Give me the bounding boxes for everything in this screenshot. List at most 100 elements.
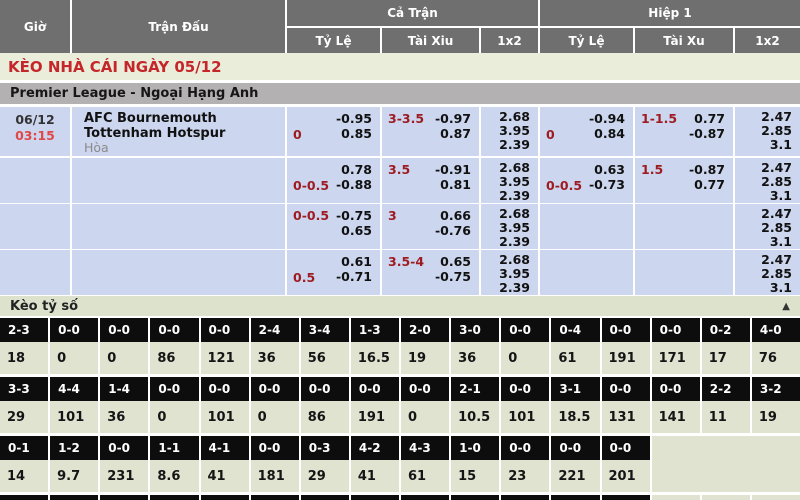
odds-value-top[interactable]: -0.91 [435,162,471,177]
score-odds-cell[interactable]: 14 [0,460,48,492]
ft-1x2-cell[interactable]: 2.683.952.39 [481,158,538,203]
ft-overunder-cell[interactable]: 3.5-40.65-0.75 [382,250,479,295]
odds-value[interactable]: 3.95 [499,124,530,138]
ft-handicap-cell[interactable]: 0.50.61-0.71 [287,250,380,295]
odds-value-top[interactable]: 0.65 [440,254,471,269]
ft-handicap-cell[interactable]: 0-0.5-0.750.65 [287,204,380,249]
score-cell[interactable]: 3-1 [551,377,599,401]
score-odds-cell[interactable]: 171 [652,342,700,374]
score-odds-cell[interactable]: 181 [251,460,299,492]
odds-value[interactable]: 2.85 [761,267,792,281]
score-odds-cell[interactable]: 0 [100,342,148,374]
odds-value-top[interactable]: -0.75 [336,208,372,223]
score-odds-cell[interactable]: 56 [301,342,349,374]
odds-value-bottom[interactable]: 0.85 [341,126,372,141]
score-cell[interactable]: 2-1 [451,377,499,401]
score-odds-cell[interactable]: 18.5 [551,401,599,433]
score-odds-cell[interactable]: 86 [150,342,198,374]
score-odds-cell[interactable]: 191 [602,342,650,374]
score-cell[interactable]: 0-3 [301,436,349,460]
score-cell[interactable]: 0-0 [602,318,650,342]
odds-value[interactable]: 3.1 [770,189,792,203]
score-cell[interactable]: 0-0 [251,377,299,401]
odds-value-top[interactable]: 0.78 [341,162,372,177]
away-team-name[interactable]: Tottenham Hotspur [84,126,285,141]
score-cell[interactable]: 0-1 [0,436,48,460]
score-cell[interactable]: 4-1 [201,436,249,460]
score-odds-cell[interactable]: 76 [752,342,800,374]
score-cell[interactable]: 0-0 [602,436,650,460]
score-odds-cell[interactable]: 19 [401,342,449,374]
score-odds-cell[interactable]: 61 [551,342,599,374]
score-odds-cell[interactable]: 101 [201,401,249,433]
odds-value[interactable]: 2.47 [761,161,792,175]
odds-value[interactable]: 3.95 [499,267,530,281]
odds-value[interactable]: 3.1 [770,138,792,152]
odds-value[interactable]: 2.68 [499,253,530,267]
odds-value-top[interactable]: -0.95 [336,111,372,126]
score-cell[interactable]: 2-4 [251,318,299,342]
score-cell[interactable]: 0-0 [201,318,249,342]
odds-value[interactable]: 2.39 [499,281,530,295]
h1-handicap-cell[interactable]: 0-0.50.63-0.73 [540,158,633,203]
odds-value-bottom[interactable]: -0.76 [435,223,471,238]
odds-value[interactable]: 2.85 [761,221,792,235]
odds-value[interactable]: 3.95 [499,221,530,235]
score-odds-cell[interactable]: 231 [100,460,148,492]
score-cell[interactable]: 0-0 [100,436,148,460]
score-cell[interactable]: 0-0 [201,377,249,401]
ft-handicap-cell[interactable]: 0-0.50.78-0.88 [287,158,380,203]
score-cell[interactable]: 0-2 [702,318,750,342]
score-cell[interactable]: 0-0 [652,377,700,401]
score-cell[interactable]: 0-0 [401,377,449,401]
ft-handicap-cell[interactable]: 0-0.950.85 [287,107,380,156]
score-odds-cell[interactable]: 10.5 [451,401,499,433]
odds-value-top[interactable]: 0.61 [341,254,372,269]
score-cell[interactable]: 1-4 [100,377,148,401]
score-cell[interactable]: 2-2 [702,377,750,401]
score-odds-cell[interactable]: 9.7 [50,460,98,492]
score-cell[interactable]: 3-0 [451,318,499,342]
score-cell[interactable]: 1-3 [351,318,399,342]
score-odds-cell[interactable]: 23 [501,460,549,492]
score-cell[interactable]: 0-0 [251,436,299,460]
odds-value[interactable]: 2.68 [499,110,530,124]
odds-value[interactable]: 2.39 [499,235,530,249]
ft-overunder-cell[interactable]: 30.66-0.76 [382,204,479,249]
score-cell[interactable]: 1-2 [50,436,98,460]
ft-1x2-cell[interactable]: 2.683.952.39 [481,204,538,249]
score-odds-cell[interactable]: 121 [201,342,249,374]
h1-1x2-cell[interactable]: 2.472.853.1 [735,250,800,295]
score-odds-cell[interactable]: 101 [50,401,98,433]
odds-value[interactable]: 2.85 [761,124,792,138]
odds-value[interactable]: 2.47 [761,253,792,267]
score-odds-cell[interactable]: 8.6 [150,460,198,492]
match-teams-cell[interactable]: AFC BournemouthTottenham HotspurHòa [72,107,285,156]
score-cell[interactable]: 3-4 [301,318,349,342]
h1-overunder-cell[interactable]: 1.5-0.870.77 [635,158,733,203]
odds-value-bottom[interactable]: 0.77 [694,177,725,192]
odds-value[interactable]: 3.1 [770,281,792,295]
odds-value-top[interactable]: 0.77 [694,111,725,126]
h1-1x2-cell[interactable]: 2.472.853.1 [735,204,800,249]
score-odds-cell[interactable]: 191 [351,401,399,433]
score-cell[interactable]: 0-0 [150,318,198,342]
score-odds-cell[interactable]: 15 [451,460,499,492]
odds-value[interactable]: 2.39 [499,138,530,152]
score-odds-cell[interactable]: 36 [251,342,299,374]
odds-value-top[interactable]: -0.94 [589,111,625,126]
score-odds-cell[interactable]: 11 [702,401,750,433]
score-cell[interactable]: 0-0 [50,318,98,342]
ft-1x2-cell[interactable]: 2.683.952.39 [481,107,538,156]
odds-value-bottom[interactable]: 0.84 [594,126,625,141]
score-cell[interactable]: 0-0 [150,377,198,401]
score-odds-cell[interactable]: 29 [0,401,48,433]
score-cell[interactable]: 0-0 [351,377,399,401]
score-odds-cell[interactable]: 16.5 [351,342,399,374]
score-cell[interactable]: 3-3 [0,377,48,401]
odds-value[interactable]: 2.47 [761,110,792,124]
score-odds-cell[interactable]: 131 [602,401,650,433]
score-cell[interactable]: 4-2 [351,436,399,460]
odds-value-top[interactable]: 0.66 [440,208,471,223]
odds-value[interactable]: 2.47 [761,207,792,221]
